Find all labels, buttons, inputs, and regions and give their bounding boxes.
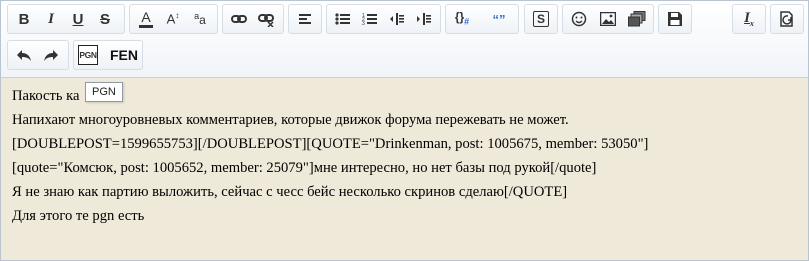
font-color-icon: A: [139, 10, 153, 28]
align-button[interactable]: [293, 7, 317, 31]
code-icon: {}#: [454, 10, 470, 27]
content-line: [DOUBLEPOST=1599655753][/DOUBLEPOST][QUO…: [12, 136, 649, 152]
bulleted-list-icon: [335, 13, 350, 25]
draft-group: [658, 4, 692, 34]
redo-button[interactable]: [39, 43, 63, 67]
align-group: [288, 4, 322, 34]
bulleted-list-button[interactable]: [331, 7, 355, 31]
bbcode-toggle-group: [770, 4, 804, 34]
bold-button[interactable]: B: [12, 7, 36, 31]
strikethrough-button[interactable]: S: [93, 7, 117, 31]
list-group: 1 2 3: [326, 4, 441, 34]
italic-button[interactable]: I: [39, 7, 63, 31]
chess-group: PGN FEN: [73, 40, 143, 70]
underline-icon: U: [72, 10, 84, 28]
image-icon: [600, 12, 616, 26]
pgn-button[interactable]: PGN: [76, 43, 100, 67]
redo-icon: [44, 50, 58, 61]
undo-button[interactable]: [12, 43, 36, 67]
unlink-icon: [258, 14, 274, 27]
text-style-group: B I U S: [7, 4, 125, 34]
font-group: A A↕ aa: [129, 4, 218, 34]
toggle-bbcode-button[interactable]: [775, 7, 799, 31]
insert-link-button[interactable]: [227, 7, 251, 31]
font-size-button[interactable]: A↕: [161, 7, 185, 31]
editor-content[interactable]: Пакость ка Напихают многоуровневых комме…: [12, 84, 798, 228]
remove-format-group: Ix: [732, 4, 766, 34]
insert-media-group: [562, 4, 654, 34]
pgn-icon: PGN: [78, 45, 98, 65]
smilies-button[interactable]: [567, 7, 591, 31]
bold-icon: B: [18, 10, 30, 28]
save-draft-button[interactable]: [663, 7, 687, 31]
align-left-icon: [299, 14, 311, 24]
svg-text:3: 3: [362, 21, 365, 26]
remove-format-icon: Ix: [744, 9, 754, 28]
history-group: [7, 40, 69, 70]
quote-icon: “”: [492, 11, 506, 27]
rich-text-editor: B I U S A A↕ aa 1 2 3 {}# “” S Ix PGN FE…: [0, 0, 809, 261]
fen-button[interactable]: FEN: [107, 43, 141, 67]
spoiler-group: S: [524, 4, 558, 34]
font-size-icon: A↕: [166, 11, 180, 27]
content-line: Для этого те pgn есть: [12, 208, 145, 224]
outdent-button[interactable]: [385, 7, 409, 31]
content-line: Напихают многоуровневых комментариев, ко…: [12, 112, 569, 128]
code-button[interactable]: {}#: [450, 7, 474, 31]
insert-image-button[interactable]: [596, 7, 620, 31]
strikethrough-icon: S: [99, 10, 110, 28]
toggle-bbcode-icon: [780, 11, 793, 27]
quote-button[interactable]: “”: [487, 7, 511, 31]
remove-link-button[interactable]: [254, 7, 278, 31]
spoiler-icon: S: [533, 11, 549, 27]
media-icon: [628, 11, 646, 27]
spoiler-button[interactable]: S: [529, 7, 553, 31]
underline-button[interactable]: U: [66, 7, 90, 31]
italic-icon: I: [48, 10, 54, 27]
code-quote-group: {}# “”: [445, 4, 519, 34]
insert-media-button[interactable]: [625, 7, 649, 31]
numbered-list-button[interactable]: 1 2 3: [358, 7, 382, 31]
link-group: [222, 4, 284, 34]
pgn-tooltip: PGN: [85, 82, 123, 102]
content-line: [quote="Комсюк, post: 1005652, member: 2…: [12, 160, 597, 176]
font-family-icon: aa: [194, 11, 206, 27]
content-line: Я не знаю как партию выложить, сейчас с …: [12, 184, 568, 200]
font-color-button[interactable]: A: [134, 7, 158, 31]
font-family-button[interactable]: aa: [188, 7, 212, 31]
numbered-list-icon: 1 2 3: [362, 13, 377, 26]
link-icon: [231, 15, 247, 23]
undo-icon: [17, 50, 31, 61]
outdent-icon: [390, 13, 404, 25]
fen-icon: FEN: [110, 47, 138, 63]
content-line: Пакость ка: [12, 88, 80, 104]
remove-format-button[interactable]: Ix: [737, 7, 761, 31]
indent-icon: [417, 13, 431, 25]
editor-toolbar: B I U S A A↕ aa 1 2 3 {}# “” S Ix PGN FE…: [1, 1, 808, 78]
smiley-icon: [571, 11, 587, 27]
save-icon: [668, 12, 682, 26]
indent-button[interactable]: [412, 7, 436, 31]
